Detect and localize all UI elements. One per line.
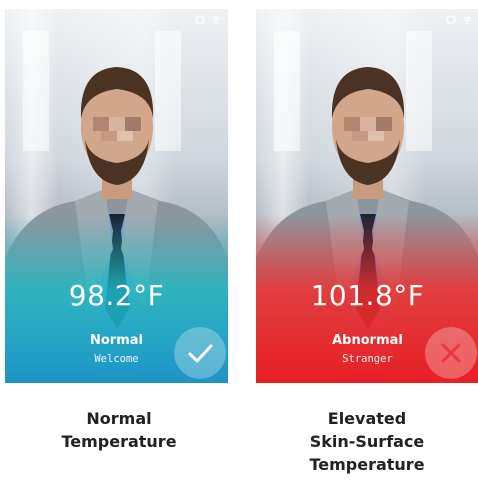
temperature-reading: 98.2°F bbox=[68, 279, 165, 312]
close-icon bbox=[425, 327, 477, 379]
caption-line: Temperature bbox=[309, 455, 425, 474]
temperature-reading: 101.8°F bbox=[310, 279, 425, 312]
caption-line: Temperature bbox=[61, 432, 177, 451]
caption-line: Normal bbox=[86, 409, 152, 428]
scan-panel-abnormal: 101.8°F Abnormal Stranger bbox=[256, 9, 478, 383]
caption-line: Elevated bbox=[327, 409, 407, 428]
caption-normal: Normal Temperature bbox=[0, 407, 238, 453]
check-icon bbox=[174, 327, 226, 379]
caption-line: Skin-Surface bbox=[309, 432, 425, 451]
scan-panel-normal: 98.2°F Normal Welcome bbox=[5, 9, 228, 383]
caption-elevated: Elevated Skin-Surface Temperature bbox=[248, 407, 478, 476]
